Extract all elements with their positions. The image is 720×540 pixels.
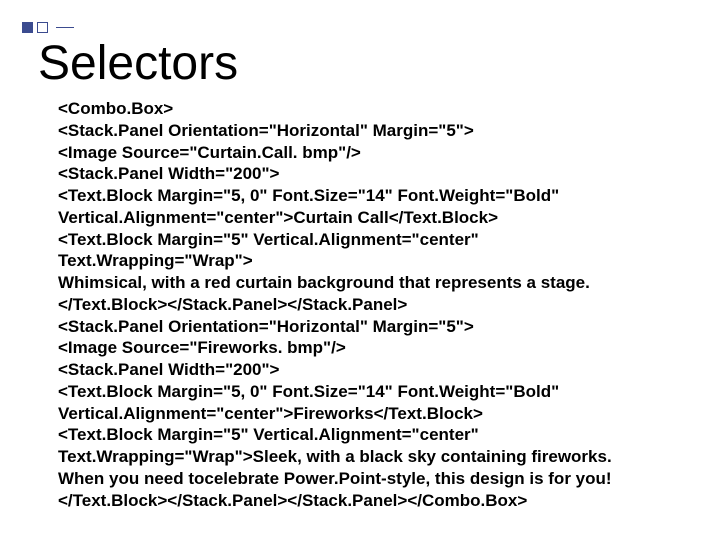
code-line: <Text.Block Margin="5, 0" Font.Size="14"…	[58, 185, 613, 229]
slide-title: Selectors	[38, 40, 238, 88]
slide: Selectors <Combo.Box><Stack.Panel Orient…	[0, 0, 720, 540]
code-line: <Combo.Box>	[58, 98, 613, 120]
dash-icon	[56, 27, 74, 28]
code-body: <Combo.Box><Stack.Panel Orientation="Hor…	[58, 98, 613, 511]
code-line: <Text.Block Margin="5, 0" Font.Size="14"…	[58, 381, 613, 425]
square-icon	[22, 22, 33, 33]
code-line: Whimsical, with a red curtain background…	[58, 272, 613, 294]
code-line: <Image Source="Curtain.Call. bmp"/>	[58, 142, 613, 164]
square-outline-icon	[37, 22, 48, 33]
code-line: <Stack.Panel Width="200">	[58, 163, 613, 185]
code-line: <Stack.Panel Width="200">	[58, 359, 613, 381]
code-line: <Stack.Panel Orientation="Horizontal" Ma…	[58, 120, 613, 142]
code-line: <Stack.Panel Orientation="Horizontal" Ma…	[58, 316, 613, 338]
code-line: </Text.Block></Stack.Panel></Stack.Panel…	[58, 490, 613, 512]
code-line: <Image Source="Fireworks. bmp"/>	[58, 337, 613, 359]
code-line: </Text.Block></Stack.Panel></Stack.Panel…	[58, 294, 613, 316]
code-line: <Text.Block Margin="5" Vertical.Alignmen…	[58, 229, 613, 273]
decor-squares	[22, 22, 74, 33]
code-line: <Text.Block Margin="5" Vertical.Alignmen…	[58, 424, 613, 489]
